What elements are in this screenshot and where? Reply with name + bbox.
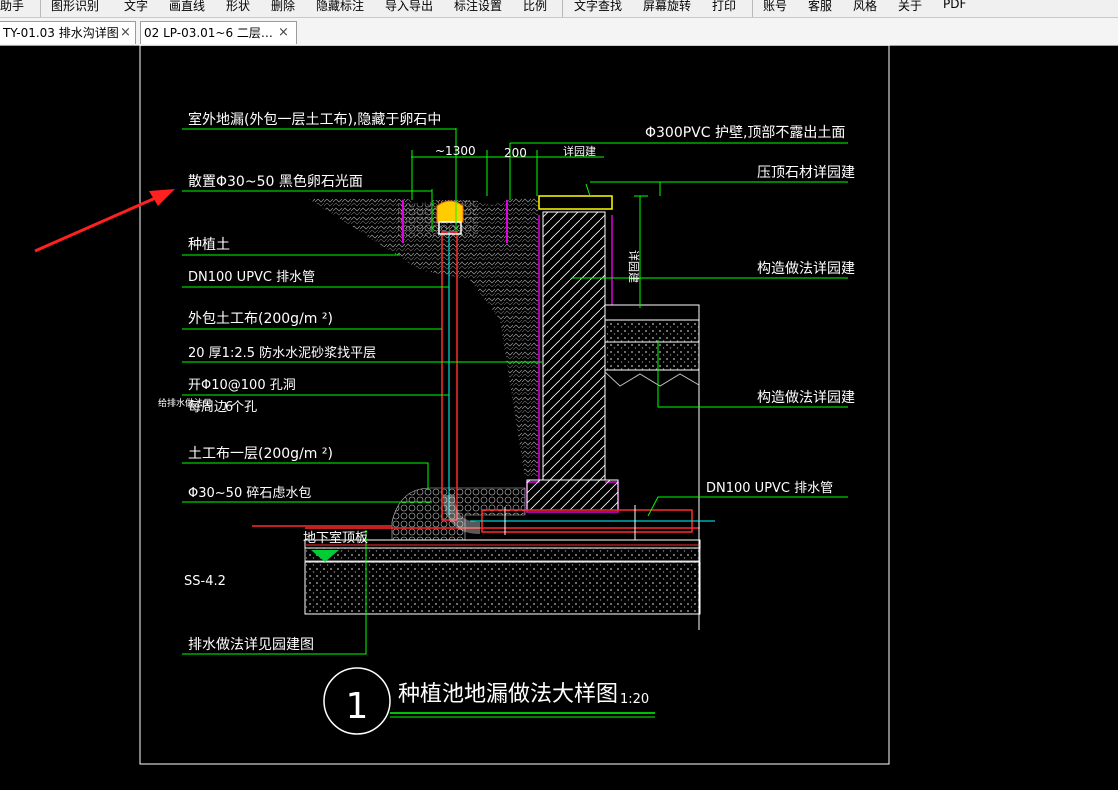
label-soil: 种植土 xyxy=(188,237,230,253)
planter-wall xyxy=(542,211,606,481)
label-gravel-pack: Φ30~50 碎石虑水包 xyxy=(188,486,311,501)
menu-print[interactable]: 打印 xyxy=(712,0,736,14)
drawing-canvas[interactable]: 室外地漏(外包一层土工布),隐藏于卵石中 散置Φ30~50 黑色卵石光面 种植土… xyxy=(0,45,1118,790)
menu-separator xyxy=(562,0,563,17)
title-text: 种植池地漏做法大样图 xyxy=(398,682,618,707)
menu-about[interactable]: 关于 xyxy=(898,0,922,14)
label-drainage-ref: 排水做法详见园建图 xyxy=(188,637,314,653)
menu-separator xyxy=(40,0,41,17)
menu-support[interactable]: 客服 xyxy=(808,0,832,14)
label-holes-1: 开Φ10@100 孔洞 xyxy=(188,378,296,393)
label-mortar-layer: 20 厚1:2.5 防水水泥砂浆找平层 xyxy=(188,345,376,361)
tab-label: TY-01.03 排水沟详图 xyxy=(3,26,119,40)
label-number-6: 6 xyxy=(225,400,233,415)
menu-bar: 助手 图形识别 文字 画直线 形状 删除 隐藏标注 导入导出 标注设置 比例 文… xyxy=(0,0,1118,18)
slab-mortar-layer xyxy=(304,547,701,562)
coping-stone xyxy=(538,195,613,210)
tab-second-floor[interactable]: 02 LP-03.01~6 二层… × xyxy=(140,21,297,44)
dim-landscape: 详园建 xyxy=(563,144,596,158)
tab-drainage-detail[interactable]: TY-01.03 排水沟详图 × xyxy=(0,21,136,44)
menu-account[interactable]: 账号 xyxy=(763,0,787,14)
paving-top xyxy=(604,304,700,321)
label-geotextile-wrap: 外包土工布(200g/m ²) xyxy=(188,311,333,327)
dim-vertical: 详园建 xyxy=(627,250,641,283)
title-scale: 1:20 xyxy=(620,692,649,707)
dim-200: 200 xyxy=(504,146,527,160)
label-side-note: 给排水做法见 xyxy=(158,397,212,409)
title-block: 1 种植池地漏做法大样图 1:20 xyxy=(323,667,655,735)
label-coping: 压顶石材详园建 xyxy=(757,165,855,181)
menu-rotate-screen[interactable]: 屏幕旋转 xyxy=(643,0,691,14)
menu-find-text[interactable]: 文字查找 xyxy=(574,0,622,14)
title-number: 1 xyxy=(346,686,369,727)
label-ss-code: SS-4.2 xyxy=(184,574,226,589)
menu-draw-line[interactable]: 画直线 xyxy=(169,0,205,14)
menu-text[interactable]: 文字 xyxy=(124,0,148,14)
menu-separator xyxy=(752,0,753,17)
menu-delete[interactable]: 删除 xyxy=(271,0,295,14)
menu-assistant[interactable]: 助手 xyxy=(0,0,24,14)
label-structure-1: 构造做法详园建 xyxy=(757,261,855,277)
cad-drawing: 室外地漏(外包一层土工布),隐藏于卵石中 散置Φ30~50 黑色卵石光面 种植土… xyxy=(34,45,890,765)
menu-annotation-settings[interactable]: 标注设置 xyxy=(454,0,502,14)
floor-drain-head xyxy=(436,200,464,223)
label-pvc-pipe: Φ300PVC 护壁,顶部不露出土面 xyxy=(645,125,845,141)
dim-1300: ~1300 xyxy=(435,144,476,158)
menu-import-export[interactable]: 导入导出 xyxy=(385,0,433,14)
paving-subbase xyxy=(604,341,700,371)
close-icon[interactable]: × xyxy=(120,22,131,44)
wall-footing xyxy=(526,479,619,511)
menu-pdf[interactable]: PDF xyxy=(943,0,966,11)
label-outdoor-drain: 室外地漏(外包一层土工布),隐藏于卵石中 xyxy=(188,111,441,128)
label-structure-2: 构造做法详园建 xyxy=(757,390,855,406)
label-geotextile-layer: 土工布一层(200g/m ²) xyxy=(188,446,333,462)
menu-shapes[interactable]: 形状 xyxy=(226,0,250,14)
label-pebbles: 散置Φ30~50 黑色卵石光面 xyxy=(188,173,363,190)
menu-shape-recognition[interactable]: 图形识别 xyxy=(51,0,99,14)
label-pipe-top: DN100 UPVC 排水管 xyxy=(188,270,315,285)
menu-hide-annotations[interactable]: 隐藏标注 xyxy=(316,0,364,14)
paving-base xyxy=(604,319,700,343)
compacted-soil xyxy=(604,371,700,387)
label-roof-slab: 地下室顶板 xyxy=(303,530,368,546)
tab-bar: TY-01.03 排水沟详图 × 02 LP-03.01~6 二层… × xyxy=(0,18,1118,46)
label-pipe-bottom: DN100 UPVC 排水管 xyxy=(706,481,833,496)
close-icon[interactable]: × xyxy=(278,22,289,44)
menu-scale[interactable]: 比例 xyxy=(523,0,547,14)
tab-label: 02 LP-03.01~6 二层… xyxy=(144,26,273,40)
basement-roof-slab xyxy=(304,561,701,615)
red-arrow-annotation xyxy=(34,189,175,253)
planting-soil-hatch xyxy=(309,197,538,478)
menu-style[interactable]: 风格 xyxy=(853,0,877,14)
